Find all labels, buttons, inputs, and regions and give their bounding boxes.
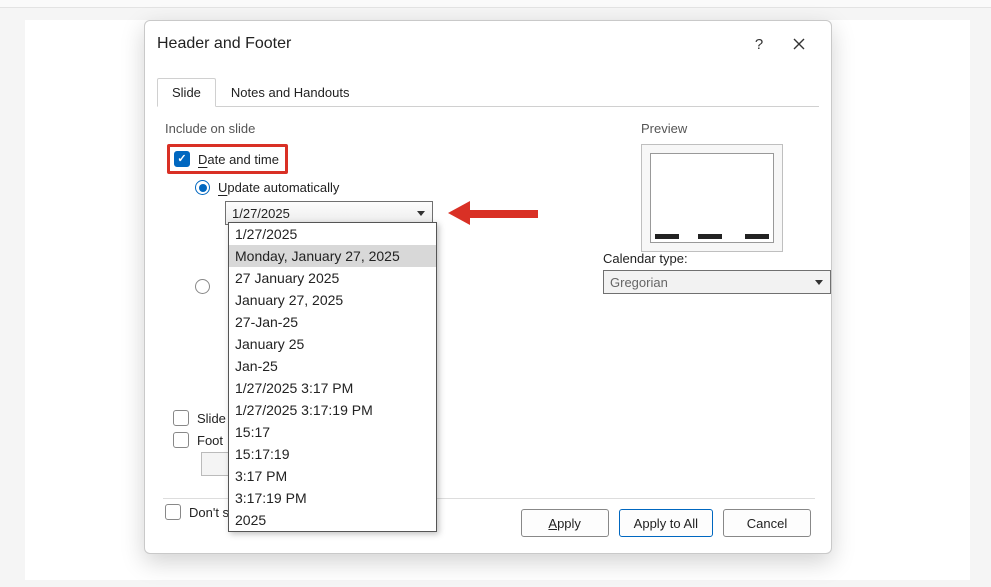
date-time-label: Date and time	[198, 152, 279, 167]
slide-number-label: Slide	[197, 411, 226, 426]
date-format-option[interactable]: 1/27/2025 3:17:19 PM	[229, 399, 436, 421]
preview-label: Preview	[641, 121, 811, 136]
preview-placeholder-footer	[698, 234, 722, 239]
tab-slide[interactable]: Slide	[157, 78, 216, 107]
preview-slide-thumbnail	[650, 153, 774, 243]
titlebar: Header and Footer ?	[145, 21, 831, 67]
calendar-type-label: Calendar type:	[603, 251, 823, 266]
calendar-type-combo[interactable]: Gregorian	[603, 270, 831, 294]
date-time-checkbox[interactable]	[174, 151, 190, 167]
date-format-option[interactable]: 1/27/2025	[229, 223, 436, 245]
update-auto-row: Update automatically	[195, 180, 619, 195]
include-on-slide-label: Include on slide	[165, 121, 619, 136]
arrow-shaft	[468, 210, 538, 218]
annotation-highlight-box: Date and time	[167, 144, 288, 174]
close-icon	[793, 38, 805, 50]
chevron-down-icon	[810, 273, 828, 291]
fixed-radio[interactable]	[195, 279, 210, 294]
dialog-title: Header and Footer	[157, 35, 739, 53]
app-top-strip	[0, 0, 991, 8]
date-format-selected: 1/27/2025	[232, 206, 290, 221]
date-format-option[interactable]: 3:17 PM	[229, 465, 436, 487]
tab-strip: Slide Notes and Handouts	[157, 77, 819, 107]
date-format-option[interactable]: 1/27/2025 3:17 PM	[229, 377, 436, 399]
preview-placeholder-date	[655, 234, 679, 239]
chevron-down-icon	[412, 204, 430, 222]
preview-frame	[641, 144, 783, 252]
close-button[interactable]	[779, 28, 819, 60]
date-format-option[interactable]: Jan-25	[229, 355, 436, 377]
date-format-option[interactable]: Monday, January 27, 2025	[229, 245, 436, 267]
date-format-option[interactable]: 2025	[229, 509, 436, 531]
date-format-option[interactable]: 3:17:19 PM	[229, 487, 436, 509]
date-format-option[interactable]: 15:17	[229, 421, 436, 443]
apply-to-all-button[interactable]: Apply to All	[619, 509, 713, 537]
preview-placeholder-slidenum	[745, 234, 769, 239]
date-format-dropdown[interactable]: 1/27/2025Monday, January 27, 202527 Janu…	[228, 222, 437, 532]
arrow-head-icon	[448, 201, 470, 225]
calendar-type-block: Calendar type: Gregorian	[583, 245, 823, 294]
date-format-option[interactable]: 15:17:19	[229, 443, 436, 465]
help-button[interactable]: ?	[739, 28, 779, 60]
footer-label: Foot	[197, 433, 223, 448]
dont-show-checkbox[interactable]	[165, 504, 181, 520]
date-format-option[interactable]: 27 January 2025	[229, 267, 436, 289]
slide-number-checkbox[interactable]	[173, 410, 189, 426]
button-row: Apply Apply to All Cancel	[521, 509, 811, 537]
tab-notes-handouts[interactable]: Notes and Handouts	[216, 78, 365, 107]
dont-show-label: Don't s	[189, 505, 229, 520]
cancel-button[interactable]: Cancel	[723, 509, 811, 537]
footer-checkbox[interactable]	[173, 432, 189, 448]
date-format-option[interactable]: January 25	[229, 333, 436, 355]
date-format-option[interactable]: 27-Jan-25	[229, 311, 436, 333]
update-auto-label: Update automatically	[218, 180, 339, 195]
update-auto-radio[interactable]	[195, 180, 210, 195]
apply-button[interactable]: Apply	[521, 509, 609, 537]
annotation-red-arrow	[448, 201, 538, 225]
right-column: Preview	[641, 121, 811, 524]
date-format-option[interactable]: January 27, 2025	[229, 289, 436, 311]
calendar-type-value: Gregorian	[610, 275, 668, 290]
